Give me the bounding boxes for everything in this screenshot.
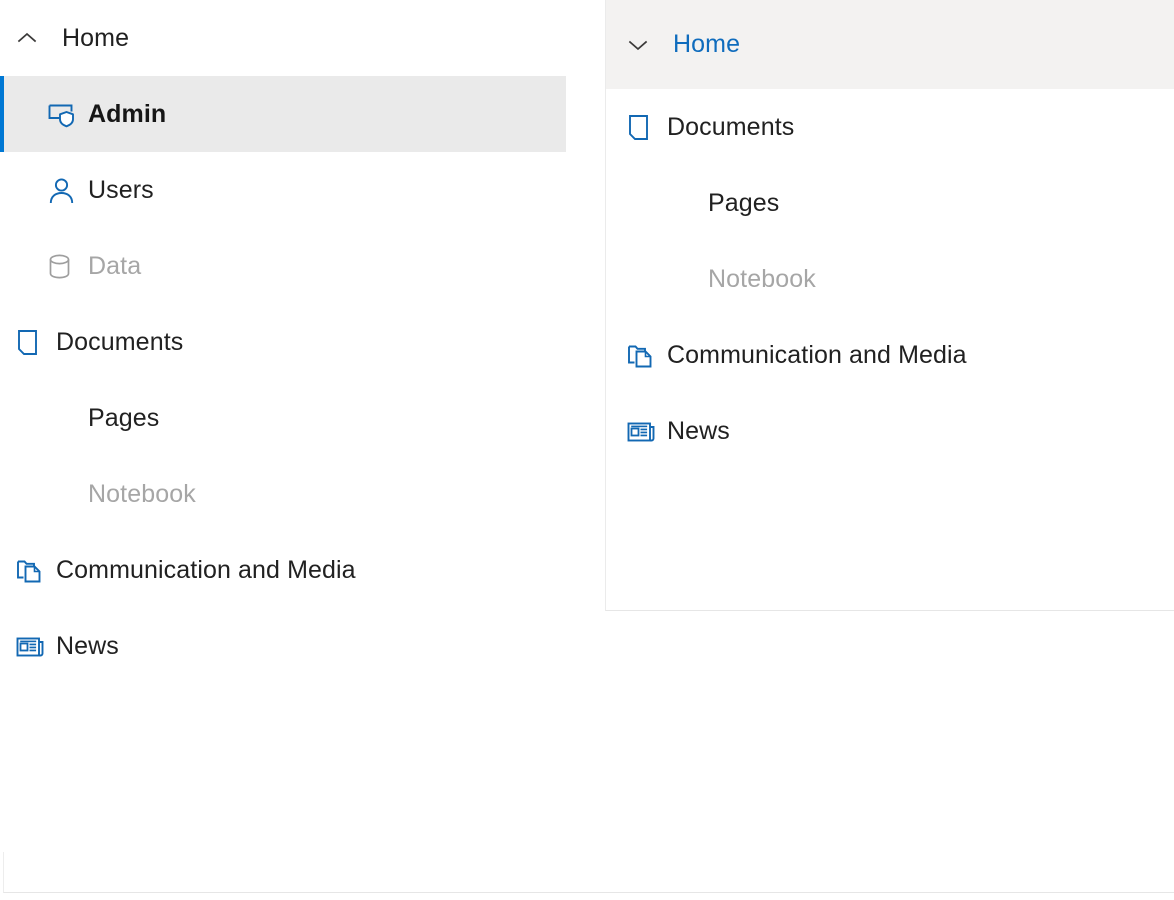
left-navigation-tree: Home Admin Users Data Documents Pages No…	[0, 0, 566, 684]
left-nav-header-label: Home	[62, 23, 130, 52]
no-icon-placeholder	[46, 479, 88, 509]
no-icon-placeholder	[666, 188, 708, 218]
panel-item-news[interactable]: News	[606, 393, 1174, 469]
left-nav-item-label: News	[56, 631, 119, 660]
panel-item-label: Notebook	[708, 264, 816, 293]
chevron-down-icon[interactable]	[625, 32, 673, 58]
left-nav-item-pages[interactable]: Pages	[0, 380, 566, 456]
chevron-up-icon[interactable]	[14, 25, 62, 51]
left-nav-item-label: Pages	[88, 403, 160, 432]
panel-item-documents[interactable]: Documents	[606, 89, 1174, 165]
left-nav-item-label: Admin	[88, 99, 167, 128]
left-nav-item-label: Documents	[56, 327, 184, 356]
left-nav-header-home[interactable]: Home	[0, 0, 566, 76]
no-icon-placeholder	[46, 403, 88, 433]
left-nav-item-admin[interactable]: Admin	[0, 76, 566, 152]
left-nav-item-label: Data	[88, 251, 142, 280]
bottom-divider-strip	[3, 852, 1174, 893]
navigation-preview-panel: Home Documents Pages Notebook Communicat…	[605, 0, 1174, 611]
document-icon	[625, 112, 667, 142]
left-nav-item-communication-and-media[interactable]: Communication and Media	[0, 532, 566, 608]
selection-accent-bar	[0, 532, 4, 608]
document-icon	[14, 327, 56, 357]
selection-accent-bar	[0, 304, 4, 380]
panel-item-communication-and-media[interactable]: Communication and Media	[606, 317, 1174, 393]
no-icon-placeholder	[666, 264, 708, 294]
database-icon	[46, 251, 88, 281]
left-nav-item-label: Users	[88, 175, 154, 204]
panel-header-home[interactable]: Home	[606, 0, 1174, 89]
selection-accent-bar	[0, 152, 4, 228]
panel-item-label: Communication and Media	[667, 340, 967, 369]
selection-accent-bar	[0, 76, 4, 152]
copy-documents-icon	[14, 555, 56, 585]
selection-accent-bar	[0, 228, 4, 304]
selection-accent-bar	[0, 456, 4, 532]
left-nav-item-data[interactable]: Data	[0, 228, 566, 304]
left-nav-item-notebook[interactable]: Notebook	[0, 456, 566, 532]
newspaper-icon	[625, 416, 667, 446]
selection-accent-bar	[0, 608, 4, 684]
panel-item-pages[interactable]: Pages	[606, 165, 1174, 241]
panel-item-label: Documents	[667, 112, 795, 141]
panel-header-label: Home	[673, 30, 741, 58]
newspaper-icon	[14, 631, 56, 661]
left-nav-item-documents[interactable]: Documents	[0, 304, 566, 380]
panel-item-label: News	[667, 416, 730, 445]
admin-shield-icon	[46, 99, 88, 129]
copy-documents-icon	[625, 340, 667, 370]
person-icon	[46, 175, 88, 205]
panel-item-label: Pages	[708, 188, 780, 217]
navigation-editor-screen: Home Admin Users Data Documents Pages No…	[0, 0, 1174, 900]
selection-accent-bar	[0, 380, 4, 456]
left-nav-item-news[interactable]: News	[0, 608, 566, 684]
left-nav-item-label: Communication and Media	[56, 555, 356, 584]
left-nav-item-label: Notebook	[88, 479, 196, 508]
left-nav-item-users[interactable]: Users	[0, 152, 566, 228]
panel-item-notebook[interactable]: Notebook	[606, 241, 1174, 317]
